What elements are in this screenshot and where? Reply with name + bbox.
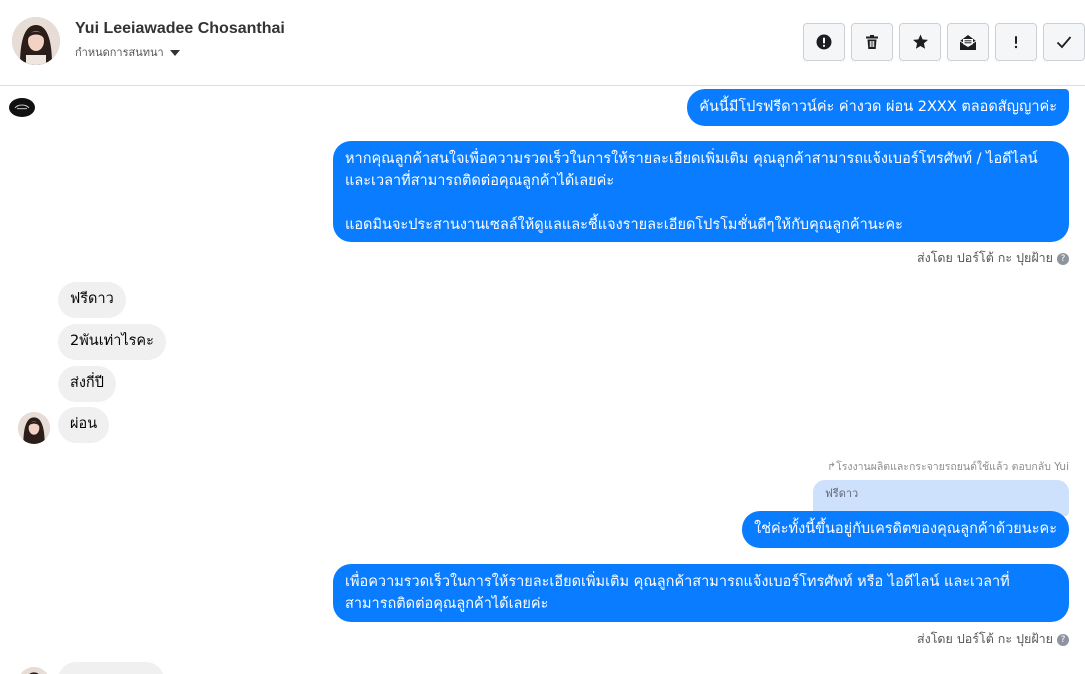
- incoming-message[interactable]: ส่งกี่ปี: [58, 366, 116, 402]
- incoming-message[interactable]: ฟรีดาว: [58, 282, 126, 318]
- delete-button[interactable]: [851, 23, 893, 61]
- mark-done-button[interactable]: [1043, 23, 1085, 61]
- outgoing-message[interactable]: ใช่ค่ะทั้งนี้ขึ้นอยู่กับเครดิตของคุณลูกค…: [742, 511, 1069, 548]
- check-icon: [1056, 36, 1072, 49]
- conversation-header: Yui Leeiawadee Chosanthai กำหนดการสนทนา: [0, 0, 1085, 86]
- outgoing-message[interactable]: หากคุณลูกค้าสนใจเพื่อความรวดเร็วในการให้…: [333, 141, 1069, 242]
- help-icon[interactable]: ?: [1057, 253, 1069, 265]
- help-icon[interactable]: ?: [1057, 634, 1069, 646]
- contact-avatar-small[interactable]: [18, 412, 50, 444]
- reply-label: ↱โรงงานผลิตและกระจายรถยนต์ใช้แล้ว ตอบกลั…: [827, 461, 1069, 473]
- sent-by-text: ส่งโดย ปอร์โต้ กะ ปุยฝ้าย: [916, 250, 1053, 265]
- outgoing-message[interactable]: เพื่อความรวดเร็วในการให้รายละเอียดเพิ่มเ…: [333, 564, 1069, 622]
- message-list[interactable]: คันนี้มีโปรฟรีดาวน์ค่ะ ค่างวด ผ่อน 2XXX …: [0, 87, 1085, 674]
- contact-avatar[interactable]: [12, 17, 60, 65]
- sent-by-label: ส่งโดย ปอร์โต้ กะ ปุยฝ้าย?: [917, 629, 1069, 649]
- alert-circle-icon: [816, 34, 832, 50]
- page-logo-avatar: [9, 98, 35, 117]
- contact-name[interactable]: Yui Leeiawadee Chosanthai: [75, 20, 285, 38]
- incoming-message[interactable]: ผ่อน: [58, 407, 110, 443]
- star-icon: [912, 34, 928, 49]
- mark-spam-button[interactable]: [995, 23, 1037, 61]
- incoming-message-partial[interactable]: [58, 662, 164, 674]
- incoming-message[interactable]: 2พันเท่าไรคะ: [58, 324, 166, 360]
- conversation-schedule-dropdown[interactable]: กำหนดการสนทนา: [75, 43, 180, 61]
- exclamation-icon: [1014, 36, 1018, 49]
- star-button[interactable]: [899, 23, 941, 61]
- mark-unread-button[interactable]: [947, 23, 989, 61]
- sent-by-text: ส่งโดย ปอร์โต้ กะ ปุยฝ้าย: [916, 631, 1053, 646]
- mail-open-icon: [959, 34, 977, 50]
- trash-icon: [866, 35, 878, 49]
- report-button[interactable]: [803, 23, 845, 61]
- outgoing-message[interactable]: คันนี้มีโปรฟรีดาวน์ค่ะ ค่างวด ผ่อน 2XXX …: [687, 89, 1069, 126]
- reply-label-text: โรงงานผลิตและกระจายรถยนต์ใช้แล้ว ตอบกลับ…: [836, 461, 1069, 473]
- schedule-label: กำหนดการสนทนา: [75, 46, 164, 59]
- caret-down-icon: [169, 50, 180, 56]
- contact-avatar-small[interactable]: [18, 667, 50, 674]
- sent-by-label: ส่งโดย ปอร์โต้ กะ ปุยฝ้าย?: [917, 248, 1069, 268]
